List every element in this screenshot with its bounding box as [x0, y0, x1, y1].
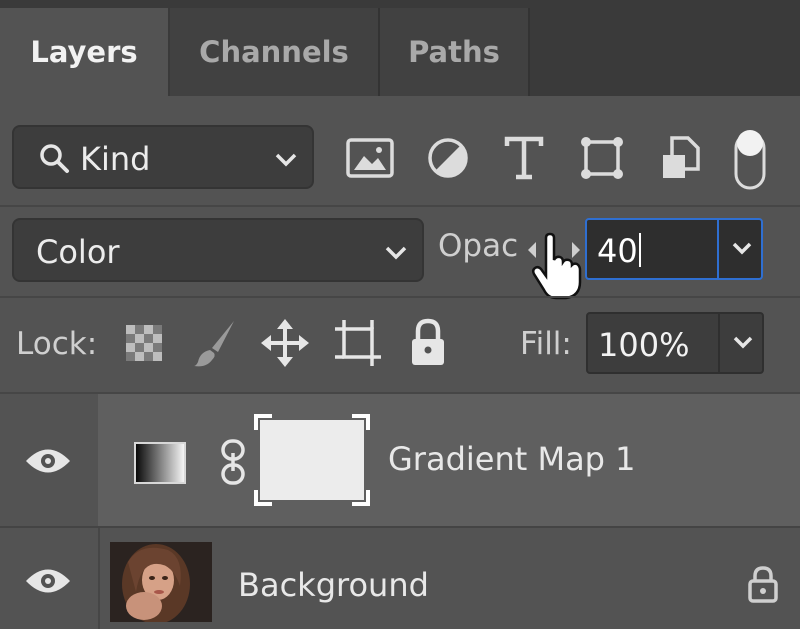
- lock-label: Lock:: [16, 326, 98, 362]
- layer-column-divider: [98, 528, 100, 629]
- gradient-map-adjustment-icon[interactable]: [134, 442, 186, 484]
- opacity-separator: [717, 220, 719, 278]
- opacity-input[interactable]: 40: [585, 218, 763, 280]
- smart-object-filter-icon[interactable]: [660, 134, 702, 182]
- lock-image-pixels-icon[interactable]: [192, 318, 238, 368]
- mask-selection-corners: [254, 414, 370, 506]
- image-filter-icon[interactable]: [345, 136, 395, 180]
- lock-all-icon[interactable]: [406, 316, 450, 368]
- search-icon: [38, 142, 70, 182]
- row-divider: [0, 205, 800, 207]
- eye-icon[interactable]: [24, 446, 72, 476]
- layer-mask-thumbnail[interactable]: [254, 414, 370, 506]
- lock-position-icon[interactable]: [260, 318, 310, 368]
- layer-name[interactable]: Gradient Map 1: [388, 440, 636, 478]
- chevron-down-icon[interactable]: [731, 241, 753, 262]
- filter-kind-label: Kind: [80, 140, 151, 178]
- tab-layers[interactable]: Layers: [0, 8, 168, 96]
- layer-filter-dropdown[interactable]: Kind: [12, 125, 314, 189]
- tab-channels[interactable]: Channels: [170, 8, 380, 96]
- chevron-down-icon[interactable]: [732, 335, 754, 356]
- lock-icon: [746, 564, 780, 604]
- link-icon[interactable]: [219, 438, 247, 486]
- eye-icon[interactable]: [24, 566, 72, 596]
- filter-toggle-icon[interactable]: [733, 126, 767, 190]
- layer-row[interactable]: Gradient Map 1: [0, 394, 800, 526]
- fill-separator: [718, 314, 720, 372]
- chevron-down-icon: [384, 231, 408, 269]
- type-filter-icon[interactable]: [503, 134, 545, 182]
- opacity-label[interactable]: Opac: [438, 228, 518, 264]
- lock-transparent-pixels-icon[interactable]: [124, 323, 164, 363]
- layer-image-thumbnail[interactable]: [110, 542, 212, 622]
- fill-label: Fill:: [520, 326, 572, 362]
- portrait-thumbnail-image: [110, 542, 212, 622]
- shape-filter-icon[interactable]: [578, 134, 626, 182]
- blend-mode-value: Color: [36, 233, 120, 271]
- fill-input[interactable]: 100%: [586, 312, 764, 374]
- blend-mode-dropdown[interactable]: Color: [12, 218, 424, 282]
- chevron-down-icon: [274, 138, 298, 176]
- opacity-value: 40: [597, 232, 641, 270]
- adjustment-filter-icon[interactable]: [425, 136, 471, 180]
- lock-artboard-icon[interactable]: [333, 318, 383, 368]
- layer-name[interactable]: Background: [238, 566, 429, 604]
- layer-row[interactable]: Background: [0, 528, 800, 629]
- scrubby-cursor-icon: [522, 232, 586, 302]
- tab-paths[interactable]: Paths: [380, 8, 530, 96]
- fill-value: 100%: [598, 326, 690, 364]
- row-divider: [0, 296, 800, 298]
